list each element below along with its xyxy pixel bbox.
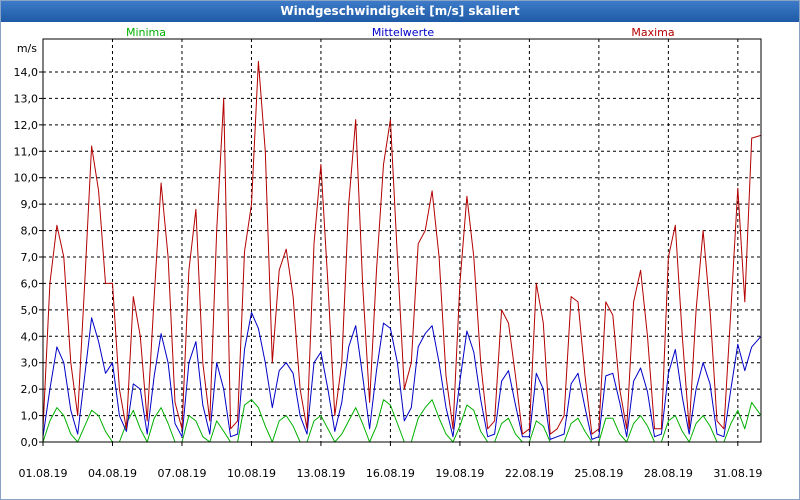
y-axis-unit-label: m/s [17,42,37,55]
y-tick-label: 3,0 [21,357,39,370]
x-tick-label: 04.08.19 [88,467,137,480]
plot-area [43,39,761,442]
x-tick-label: 31.08.19 [713,467,762,480]
x-tick-label: 22.08.19 [505,467,554,480]
y-tick-label: 8,0 [21,225,39,238]
x-tick-label: 19.08.19 [435,467,484,480]
y-tick-label: 6,0 [21,277,39,290]
y-tick-label: 2,0 [21,383,39,396]
legend-label-mittelwerte: Mittelwerte [372,26,435,39]
y-tick-label: 14,0 [14,66,39,79]
x-tick-label: 25.08.19 [574,467,623,480]
legend: Minima Mittelwerte Maxima [126,26,675,39]
y-tick-label: 10,0 [14,172,39,185]
x-tick-label: 28.08.19 [644,467,693,480]
x-tick-label: 07.08.19 [157,467,206,480]
y-tick-label: 1,0 [21,410,39,423]
x-tick-label: 13.08.19 [296,467,345,480]
y-tick-label: 13,0 [14,92,39,105]
y-tick-label: 12,0 [14,119,39,132]
grid-lines [42,39,761,443]
y-tick-label: 5,0 [21,304,39,317]
x-tick-label: 01.08.19 [19,467,68,480]
line-chart: 0,0 1,0 2,0 3,0 4,0 5,0 6,0 7,0 8,0 9,0 10,0 11,0 12… [14,26,763,480]
x-tick-label: 10.08.19 [227,467,276,480]
x-tick-label: 16.08.19 [366,467,415,480]
legend-label-minima: Minima [126,26,166,39]
legend-label-maxima: Maxima [631,26,674,39]
y-tick-label: 7,0 [21,251,39,264]
chart-window: Windgeschwindigkeit [m/s] skaliert 0,0 1,… [0,0,800,500]
y-tick-label: 9,0 [21,198,39,211]
y-tick-label: 4,0 [21,330,39,343]
y-tick-label: 0,0 [21,436,39,449]
y-tick-label: 11,0 [14,145,39,158]
